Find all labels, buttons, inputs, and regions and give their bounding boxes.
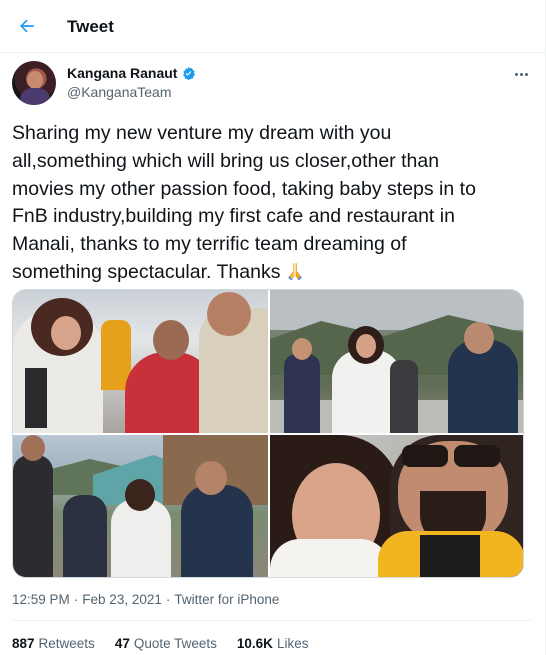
more-options-button[interactable] [510, 65, 532, 83]
retweets-count: 887 [12, 636, 35, 651]
likes-stat[interactable]: 10.6K Likes [237, 636, 309, 651]
more-dot-icon [514, 72, 518, 76]
media-photo-1[interactable] [13, 290, 268, 433]
tweet-text-line: movies my other passion food, taking bab… [12, 177, 476, 200]
meta-separator: · [165, 592, 171, 607]
tweet-date[interactable]: Feb 23, 2021 [82, 592, 162, 607]
media-photo-3[interactable] [13, 435, 268, 577]
quote-tweets-count: 47 [114, 636, 130, 651]
likes-label: Likes [276, 636, 309, 651]
more-dot-icon [519, 72, 523, 76]
retweets-stat[interactable]: 887 Retweets [12, 636, 95, 651]
quote-tweets-label: Quote Tweets [133, 636, 217, 651]
meta-separator: · [73, 592, 79, 607]
more-dot-icon [524, 72, 528, 76]
tweet-text-line: FnB industry,building my first cafe and … [12, 205, 455, 228]
likes-count: 10.6K [236, 636, 273, 651]
tweet-text-line: something spectacular. Thanks [12, 260, 281, 283]
author-handle[interactable]: @KanganaTeam [67, 84, 172, 100]
media-grid [12, 289, 524, 578]
tweet-header: Tweet [0, 0, 546, 53]
tweet-text-last-line: something spectacular. Thanks [12, 259, 532, 287]
tweet-text: Sharing my new venture my dream with you… [12, 120, 532, 287]
tweet-time[interactable]: 12:59 PM [12, 592, 70, 607]
media-photo-4[interactable] [270, 435, 523, 577]
avatar[interactable] [12, 61, 56, 105]
page-title: Tweet [67, 17, 114, 36]
tweet-stats: 887 Retweets 47 Quote Tweets 10.6K Likes [12, 636, 308, 651]
tweet-text-line: all,something which will bring us closer… [12, 149, 440, 172]
tweet-source-link[interactable]: Twitter for iPhone [174, 592, 279, 607]
divider [12, 620, 532, 621]
tweet-text-line: Manali, thanks to my terrific team dream… [12, 233, 407, 256]
tweet-author: Kangana Ranaut @KanganaTeam [12, 61, 532, 107]
arrow-left-icon [20, 19, 34, 33]
retweets-label: Retweets [38, 636, 95, 651]
media-photo-2[interactable] [270, 290, 523, 433]
tweet-text-line: Sharing my new venture my dream with you [12, 122, 392, 144]
quote-tweets-stat[interactable]: 47 Quote Tweets [115, 636, 217, 651]
folded-hands-icon [288, 262, 303, 281]
author-name[interactable]: Kangana Ranaut [67, 65, 177, 81]
author-name-row: Kangana Ranaut [67, 65, 196, 81]
verified-badge-icon [183, 66, 196, 80]
back-button[interactable] [12, 11, 42, 41]
tweet-meta: 12:59 PM · Feb 23, 2021 · Twitter for iP… [12, 592, 279, 607]
